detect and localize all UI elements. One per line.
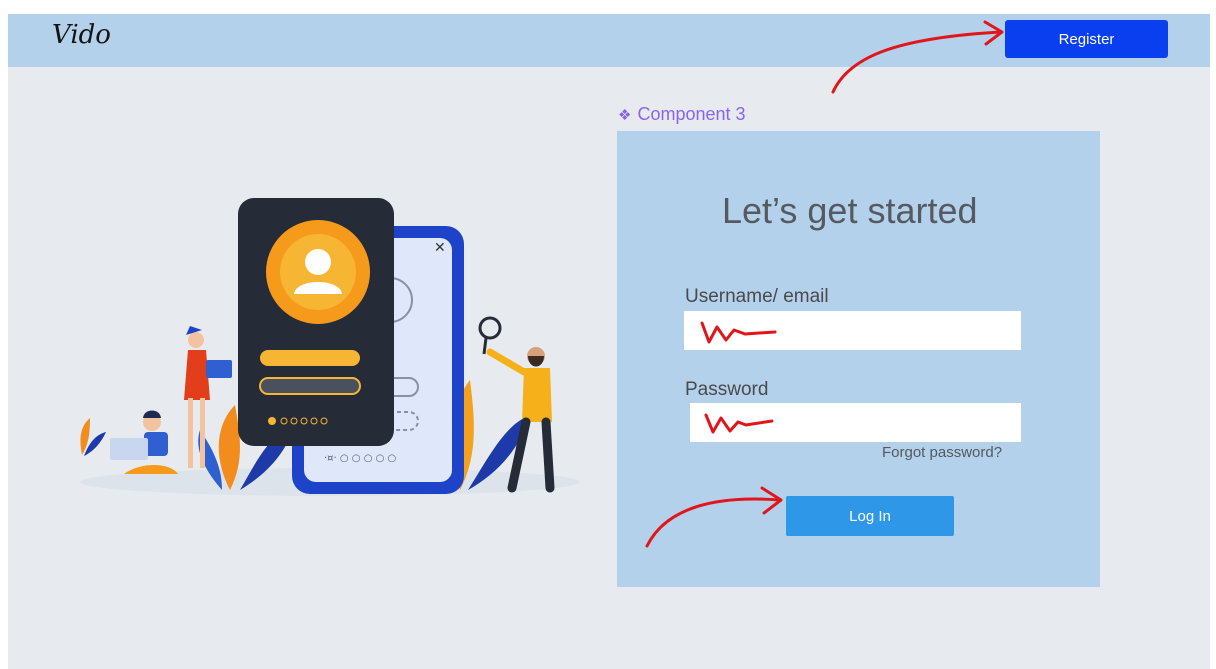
register-arrow-line <box>831 30 1002 94</box>
username-scribble <box>700 321 777 344</box>
password-scribble <box>704 413 774 434</box>
annotation-overlay <box>645 20 1004 548</box>
login-arrow-line <box>645 497 782 548</box>
